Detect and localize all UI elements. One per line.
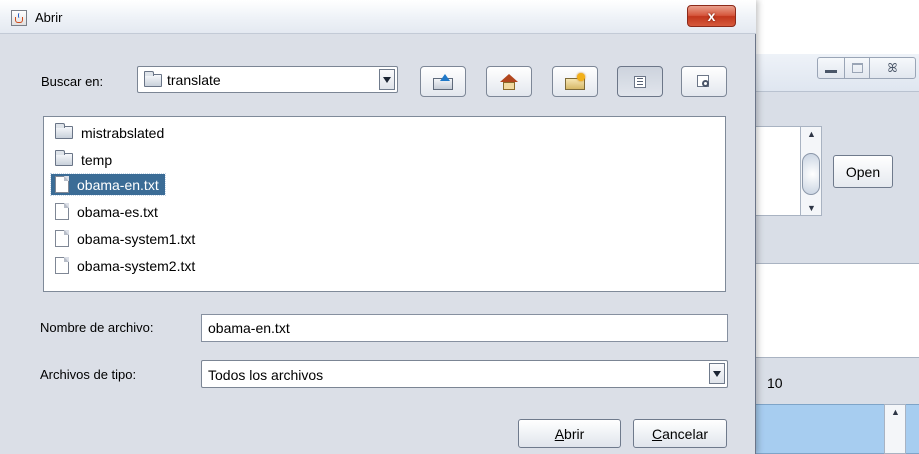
maximize-button[interactable] [844,57,870,79]
background-window: ꕤ ▲ ▼ Open 10 ▲ [740,54,919,454]
open-button-label: brir [564,425,585,442]
look-in-dropdown-button[interactable] [379,69,395,90]
cancel-button-mnemonic: C [651,425,663,442]
background-close-button[interactable]: ꕤ [869,57,916,79]
new-folder-button[interactable] [552,66,598,97]
file-name: obama-en.txt [77,176,159,193]
file-icon [55,257,69,274]
background-text-area[interactable] [752,263,919,358]
file-icon [55,203,69,220]
file-name: obama-es.txt [77,203,158,220]
file-type-label: Archivos de tipo: [40,367,137,382]
file-name: obama-system2.txt [77,257,196,274]
folder-icon [55,150,73,166]
list-item-file[interactable]: obama-system1.txt [51,228,201,249]
file-name: mistrabslated [81,124,165,141]
home-icon [500,73,518,90]
file-type-combo[interactable]: Todos los archivos [201,360,728,388]
java-app-icon [11,10,27,26]
list-item-folder[interactable]: mistrabslated [51,122,170,143]
list-item-folder[interactable]: temp [51,149,118,170]
close-icon: x [707,8,716,24]
list-view-icon [634,75,646,88]
cancel-button[interactable]: Cancelar [633,419,727,448]
scroll-up-icon[interactable]: ▲ [891,407,900,417]
chevron-down-icon [713,370,721,377]
folder-icon [144,70,162,87]
home-button[interactable] [486,66,532,97]
list-view-button[interactable] [617,66,663,97]
look-in-label: Buscar en: [41,74,104,89]
look-in-combo[interactable]: translate [137,66,398,93]
background-titlebar: ꕤ [741,54,919,92]
details-view-icon [697,74,711,89]
list-item-file[interactable]: obama-es.txt [51,201,164,222]
background-open-button[interactable]: Open [833,155,893,188]
file-icon [55,230,69,247]
scroll-down-icon[interactable]: ▼ [807,203,816,213]
file-list[interactable]: mistrabslated temp obama-en.txt obama-es… [43,116,726,292]
scroll-up-icon[interactable]: ▲ [807,129,816,139]
background-list-scrollbar[interactable]: ▲ [884,404,906,454]
file-name: temp [81,151,113,168]
new-folder-icon [565,72,585,90]
minimize-button[interactable] [817,57,845,79]
details-view-button[interactable] [681,66,727,97]
open-button-mnemonic: A [554,425,565,442]
scroll-thumb[interactable] [802,153,820,195]
file-name-input[interactable] [201,314,728,342]
list-item-file-selected[interactable]: obama-en.txt [50,173,166,196]
dialog-titlebar: Abrir x [0,0,756,34]
folder-icon [55,123,73,139]
file-icon [55,176,69,193]
background-number-label: 10 [767,375,783,391]
file-name-label: Nombre de archivo: [40,320,154,335]
open-file-dialog: Abrir x Buscar en: translate mistrabslat… [0,0,756,454]
cancel-button-label: ancelar [662,425,709,442]
list-item-file[interactable]: obama-system2.txt [51,255,201,276]
background-scrollbar[interactable]: ▲ ▼ [800,126,822,216]
open-button[interactable]: Abrir [518,419,621,448]
dialog-title: Abrir [35,10,63,25]
file-type-value: Todos los archivos [208,367,324,383]
close-icon: ꕤ [887,60,898,75]
up-folder-icon [433,73,453,90]
minimize-icon [825,69,837,73]
up-one-level-button[interactable] [420,66,466,97]
file-name: obama-system1.txt [77,230,196,247]
current-folder-name: translate [167,72,221,88]
chevron-down-icon [383,76,391,83]
dialog-close-button[interactable]: x [687,5,736,27]
maximize-icon [851,63,863,73]
file-type-dropdown-button[interactable] [709,363,725,384]
